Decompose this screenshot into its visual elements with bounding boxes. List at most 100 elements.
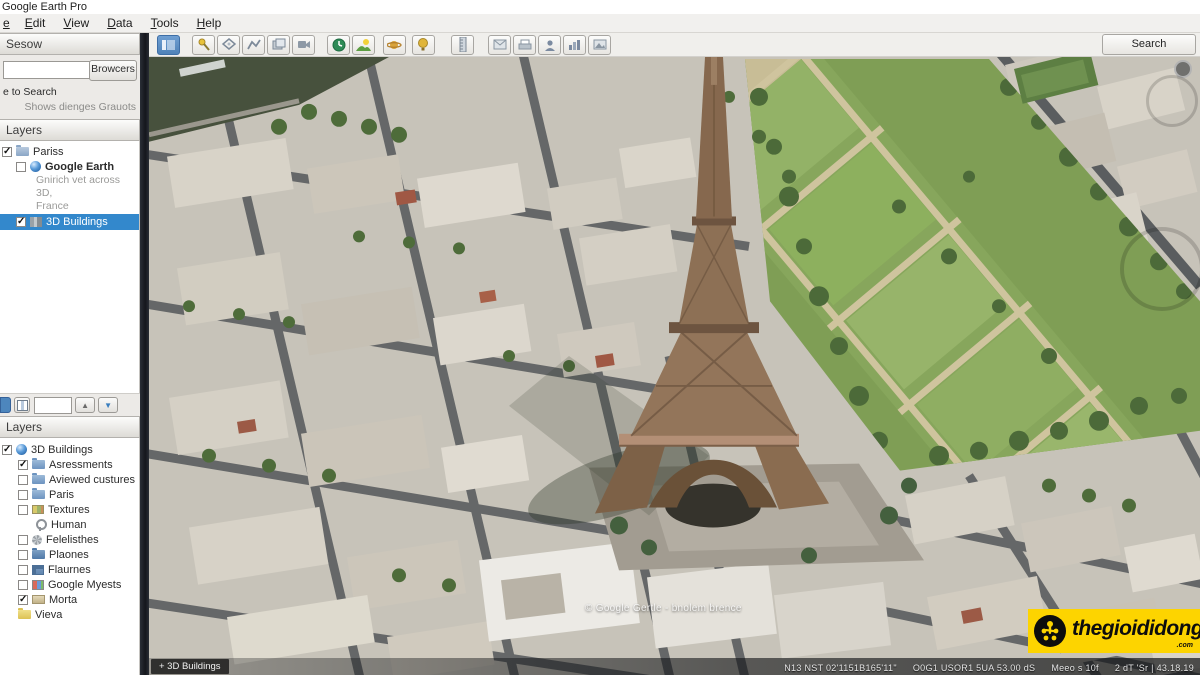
menu-view[interactable]: View — [54, 15, 98, 32]
polygon-icon — [222, 38, 236, 51]
layer-label: Asressments — [49, 459, 113, 471]
layer-item-paris[interactable]: Paris — [0, 487, 139, 502]
menu-bar: e Edit View Data Tools Help — [0, 14, 1200, 33]
layer-item-aviewed-custures[interactable]: Aviewed custures — [0, 472, 139, 487]
places-tree: Pariss Google Earth Gnirich vet across 3… — [0, 141, 140, 393]
layer-item-vieva[interactable]: Vieva — [0, 607, 139, 622]
search-results-button[interactable] — [0, 397, 11, 413]
path-icon — [247, 38, 261, 51]
switch-planets-button[interactable] — [383, 35, 406, 55]
layers-panel-header[interactable]: Layers — [0, 416, 140, 438]
place-description: France — [0, 200, 139, 213]
collapse-button[interactable]: ▲ — [75, 397, 95, 413]
layer-item-asressments[interactable]: Asressments — [0, 457, 139, 472]
sun-icon — [356, 38, 371, 51]
places-item-pariss[interactable]: Pariss — [0, 144, 139, 159]
thegioididong-logo-icon — [1033, 614, 1067, 648]
move-joystick[interactable] — [1120, 227, 1200, 311]
show-sunlight-button[interactable] — [352, 35, 375, 55]
layer-label: Morta — [49, 594, 77, 606]
checkbox[interactable] — [18, 535, 28, 545]
pushpin-icon — [197, 38, 211, 51]
layer-item-google-myests[interactable]: Google Myests — [0, 577, 139, 592]
sign-in-button[interactable] — [538, 35, 561, 55]
layer-item-flaurnes[interactable]: Flaurnes — [0, 562, 139, 577]
menu-edit[interactable]: Edit — [16, 15, 55, 32]
snapshot-view-button[interactable] — [14, 397, 30, 413]
search-go-button[interactable]: Browcers — [89, 60, 137, 81]
add-image-overlay-button[interactable] — [267, 35, 290, 55]
add-polygon-button[interactable] — [217, 35, 240, 55]
checkbox[interactable] — [18, 490, 28, 500]
checkbox[interactable] — [18, 595, 28, 605]
chart-icon — [568, 39, 581, 50]
menu-data[interactable]: Data — [98, 15, 141, 32]
checkbox[interactable] — [18, 580, 28, 590]
search-panel-header[interactable]: Sesow — [0, 33, 140, 55]
checkbox[interactable] — [18, 505, 28, 515]
layer-item-plaones[interactable]: Plaones — [0, 547, 139, 562]
voyager-button[interactable] — [412, 35, 435, 55]
sidebar: Sesow Browcers e to Search Shows dienges… — [0, 33, 140, 675]
search-input[interactable] — [3, 61, 93, 79]
sidebar-divider[interactable] — [140, 33, 149, 675]
record-tour-button[interactable] — [292, 35, 315, 55]
menu-file[interactable]: e — [0, 15, 16, 32]
toolbar-search-button[interactable]: Search — [1102, 34, 1196, 55]
add-path-button[interactable] — [242, 35, 265, 55]
title-bar: Google Earth Pro — [0, 0, 1200, 14]
checkbox[interactable] — [18, 565, 28, 575]
graph-button[interactable] — [563, 35, 586, 55]
search-history-link[interactable]: Shows dienges Grauots — [25, 101, 136, 113]
checkbox[interactable] — [16, 217, 26, 227]
aerial-imagery-paris[interactable] — [149, 57, 1200, 675]
grid-icon — [32, 565, 44, 575]
places-item-3d-buildings[interactable]: 3D Buildings — [0, 214, 139, 230]
animation-slider[interactable] — [34, 397, 72, 414]
layer-item-morta[interactable]: Morta — [0, 592, 139, 607]
search-hint-text[interactable]: e to Search — [3, 86, 57, 98]
expand-button[interactable]: ▼ — [98, 397, 118, 413]
menu-tools[interactable]: Tools — [142, 15, 188, 32]
ruler-button[interactable] — [451, 35, 474, 55]
main-toolbar: Search — [149, 33, 1200, 57]
layer-item-3d-buildings[interactable]: 3D Buildings — [0, 442, 139, 457]
textures-icon — [32, 505, 44, 514]
add-placemark-button[interactable] — [192, 35, 215, 55]
buildings-icon — [30, 217, 42, 227]
print-button[interactable] — [513, 35, 536, 55]
thegioididong-watermark: thegioididong .com — [1028, 609, 1200, 653]
historical-imagery-button[interactable] — [327, 35, 350, 55]
menu-help[interactable]: Help — [188, 15, 231, 32]
layer-label: 3D Buildings — [31, 444, 93, 456]
status-bar: + 3D Buildings N13 NST 02'1151B165'11" O… — [149, 658, 1200, 675]
down-arrow-icon: ▼ — [104, 401, 112, 410]
layer-label: Felelisthes — [46, 534, 99, 546]
checkbox[interactable] — [18, 550, 28, 560]
checkbox[interactable] — [18, 460, 28, 470]
toggle-sidebar-button[interactable] — [157, 35, 180, 55]
layers-tree: 3D Buildings Asressments Aviewed custure… — [0, 438, 140, 675]
email-button[interactable] — [488, 35, 511, 55]
layer-item-textures[interactable]: Textures — [0, 502, 139, 517]
folder-icon — [32, 490, 45, 499]
map-copyright: © Google Gertle - bnolem brence — [585, 603, 742, 614]
logo-suffix: .com — [1177, 642, 1193, 649]
3d-buildings-chip[interactable]: + 3D Buildings — [151, 659, 229, 674]
places-panel-header[interactable]: Layers — [0, 119, 140, 141]
globe-icon — [30, 161, 41, 172]
checkbox[interactable] — [2, 445, 12, 455]
save-image-button[interactable] — [588, 35, 611, 55]
layer-item-felelisthes[interactable]: Felelisthes — [0, 532, 139, 547]
layer-item-human[interactable]: Human — [0, 517, 139, 532]
checkbox[interactable] — [16, 162, 26, 172]
places-item-google-earth[interactable]: Google Earth — [0, 159, 139, 174]
look-joystick[interactable] — [1146, 75, 1198, 127]
pin-icon — [36, 519, 47, 530]
checkbox[interactable] — [18, 475, 28, 485]
places-controls: ▲ ▼ — [0, 393, 140, 416]
earth-viewport[interactable]: © Google Gertle - bnolem brence + 3D Bui… — [149, 57, 1200, 675]
checkbox[interactable] — [2, 147, 12, 157]
clock-icon — [332, 38, 346, 52]
layer-label: Aviewed custures — [49, 474, 135, 486]
